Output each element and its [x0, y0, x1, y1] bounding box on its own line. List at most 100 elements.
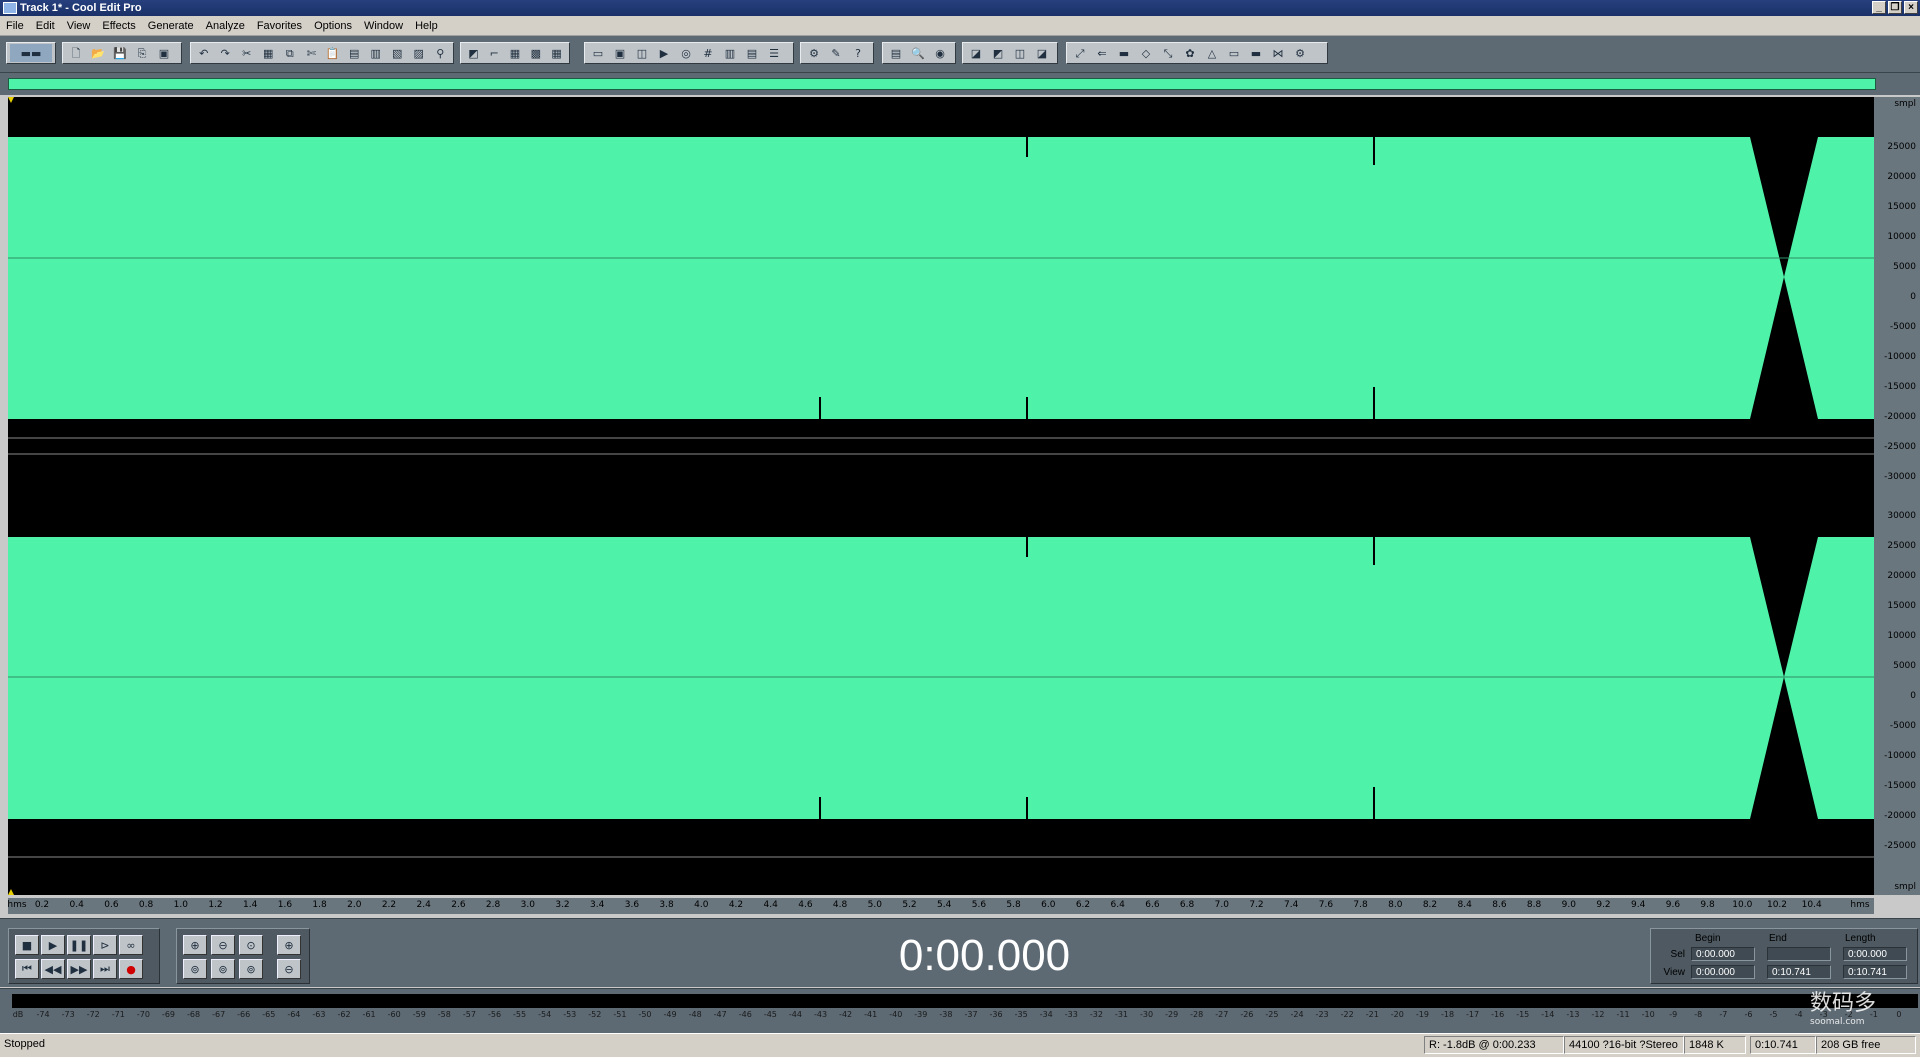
loop-button[interactable]: ∞ [119, 935, 143, 955]
view-length-field[interactable]: 0:10.741 [1843, 965, 1907, 979]
toolbar-group-view: ◩ ⌐ ▦ ▩ ▦ [460, 42, 570, 64]
cue-icon[interactable]: ▭ [588, 44, 608, 62]
menu-file[interactable]: File [0, 20, 30, 32]
generate-tone-icon[interactable]: ◩ [988, 44, 1008, 62]
repeat-icon[interactable]: ✂ [237, 44, 257, 62]
settings-icon[interactable]: ✎ [826, 44, 846, 62]
fast-forward-button[interactable]: ▶▶ [67, 959, 91, 979]
play-button[interactable]: ▶ [41, 935, 65, 955]
waveform-display[interactable] [8, 97, 1874, 895]
dynamics-icon[interactable]: ⚙ [1290, 44, 1310, 62]
minimize-button[interactable]: _ [1872, 1, 1886, 14]
restore-button[interactable]: ❐ [1888, 1, 1902, 14]
delay-icon[interactable]: ⋈ [1268, 44, 1288, 62]
go-to-start-button[interactable]: ⏮ [15, 959, 39, 979]
menu-view[interactable]: View [61, 20, 97, 32]
save-all-icon[interactable]: ⎘ [132, 44, 152, 62]
frequency-analysis-icon[interactable]: ▤ [886, 44, 906, 62]
normalize-icon[interactable]: ▬ [1114, 44, 1134, 62]
zoom-right-icon[interactable]: ⊚ [239, 959, 263, 979]
tracks-icon[interactable]: ▩ [526, 44, 545, 62]
overview-range-bar[interactable] [8, 78, 1876, 90]
filter-icon[interactable]: ▬ [1246, 44, 1266, 62]
generate-dtmf-icon[interactable]: ◪ [1032, 44, 1052, 62]
time-tick: 10.0 [1732, 900, 1753, 910]
new-file-icon[interactable]: 🗋 [66, 44, 86, 62]
copy-icon[interactable]: ⧉ [280, 44, 300, 62]
menu-favorites[interactable]: Favorites [251, 20, 308, 32]
zoom-in-vertical-icon[interactable]: ⊕ [277, 935, 301, 955]
go-to-end-button[interactable]: ⏭ [93, 959, 117, 979]
cut-icon[interactable]: ✄ [302, 44, 322, 62]
amplify-icon[interactable]: ⤢ [1070, 44, 1090, 62]
zoom-left-icon[interactable]: ⊚ [183, 959, 207, 979]
view-end-field[interactable]: 0:10.741 [1767, 965, 1831, 979]
record-button[interactable]: ● [119, 959, 143, 979]
layout-icon[interactable]: ▦ [547, 44, 566, 62]
zoom-analysis-icon[interactable]: 🔍 [908, 44, 928, 62]
fade-icon[interactable]: △ [1202, 44, 1222, 62]
waveform-multitrack-toggle-icon[interactable]: ▬▬ [10, 44, 52, 62]
silence-icon[interactable]: ▨ [409, 44, 429, 62]
meter-icon[interactable]: ▤ [742, 44, 762, 62]
close-button[interactable]: × [1904, 1, 1918, 14]
meter-tick: -12 [1591, 1010, 1605, 1019]
redo-icon[interactable]: ↷ [216, 44, 236, 62]
zoom-selection-icon[interactable]: ⊚ [211, 959, 235, 979]
grid-icon[interactable]: ▦ [506, 44, 525, 62]
menu-generate[interactable]: Generate [142, 20, 200, 32]
trim-icon[interactable]: ▥ [366, 44, 386, 62]
cursor-marker-bottom-icon[interactable] [8, 889, 14, 895]
generate-silence-icon[interactable]: ◫ [1010, 44, 1030, 62]
play-to-end-button[interactable]: ⊳ [93, 935, 117, 955]
generate-noise-icon[interactable]: ◪ [966, 44, 986, 62]
counter-icon[interactable]: # [698, 44, 718, 62]
loop-icon[interactable]: ◫ [632, 44, 652, 62]
open-file-icon[interactable]: 📂 [88, 44, 108, 62]
noise-reduction-icon[interactable]: ✿ [1180, 44, 1200, 62]
menu-edit[interactable]: Edit [30, 20, 61, 32]
envelope-icon[interactable]: ⌐ [485, 44, 504, 62]
marker-icon[interactable]: ▣ [610, 44, 630, 62]
scrub-icon[interactable]: ◎ [676, 44, 696, 62]
pause-button[interactable]: ❚❚ [67, 935, 91, 955]
menu-window[interactable]: Window [358, 20, 409, 32]
sel-length-field[interactable]: 0:00.000 [1843, 947, 1907, 961]
zoom-out-vertical-icon[interactable]: ⊖ [277, 959, 301, 979]
help-icon[interactable]: ? [848, 44, 868, 62]
paste-new-icon[interactable]: ▤ [345, 44, 365, 62]
view-begin-field[interactable]: 0:00.000 [1691, 965, 1755, 979]
menu-effects[interactable]: Effects [96, 20, 141, 32]
draw-icon[interactable]: ◩ [464, 44, 483, 62]
menu-options[interactable]: Options [308, 20, 358, 32]
list-icon[interactable]: ☰ [764, 44, 784, 62]
stop-button[interactable]: ■ [15, 935, 39, 955]
save-file-icon[interactable]: 💾 [110, 44, 130, 62]
zoom-out-horizontal-icon[interactable]: ⊖ [211, 935, 235, 955]
reverse-icon[interactable]: ⇐ [1092, 44, 1112, 62]
menu-help[interactable]: Help [409, 20, 444, 32]
zoom-full-icon[interactable]: ⊙ [239, 935, 263, 955]
phase-analysis-icon[interactable]: ◉ [930, 44, 950, 62]
eq-icon[interactable]: ▭ [1224, 44, 1244, 62]
info-icon[interactable]: ⚙ [804, 44, 824, 62]
sel-begin-field[interactable]: 0:00.000 [1691, 947, 1755, 961]
stretch-icon[interactable]: ⤡ [1158, 44, 1178, 62]
meter-tick: -69 [161, 1010, 176, 1019]
close-file-icon[interactable]: ▣ [154, 44, 174, 62]
paste-icon[interactable]: 📋 [323, 44, 343, 62]
invert-icon[interactable]: ◇ [1136, 44, 1156, 62]
mix-paste-icon[interactable]: ▦ [259, 44, 279, 62]
time-ruler[interactable]: hms 0.2 0.4 0.6 0.8 1.0 1.2 1.4 1.6 1.8 2.0 2.2 2.4… [7, 898, 1874, 914]
play-icon[interactable]: ▶ [654, 44, 674, 62]
rewind-button[interactable]: ◀◀ [41, 959, 65, 979]
toolbar-group-file: 🗋 📂 💾 ⎘ ▣ [62, 42, 182, 64]
spectrum-icon[interactable]: ▥ [720, 44, 740, 62]
menu-analyze[interactable]: Analyze [200, 20, 251, 32]
zoom-in-horizontal-icon[interactable]: ⊕ [183, 935, 207, 955]
find-icon[interactable]: ⚲ [431, 44, 451, 62]
undo-icon[interactable]: ↶ [194, 44, 214, 62]
delete-icon[interactable]: ▧ [388, 44, 408, 62]
cursor-marker-top-icon[interactable] [8, 97, 14, 103]
sel-end-field[interactable] [1767, 947, 1831, 961]
